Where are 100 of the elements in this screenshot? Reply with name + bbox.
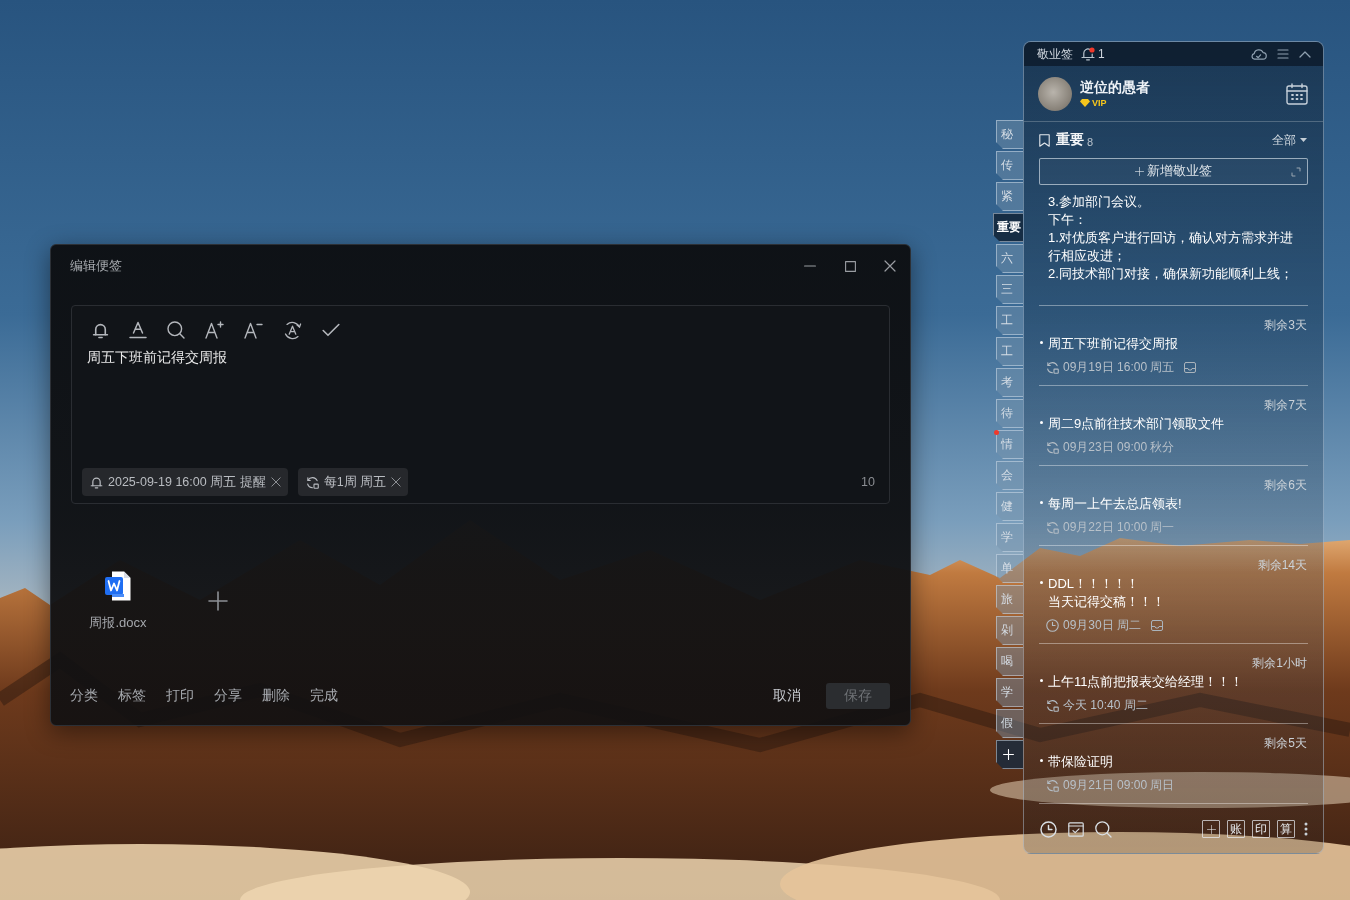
repeat-icon: [1046, 440, 1059, 454]
bell-icon: [90, 475, 103, 489]
notification-count: 1: [1098, 47, 1105, 61]
expand-icon: [1291, 166, 1301, 177]
category-tab[interactable]: 假: [996, 709, 1023, 738]
section-title: 重要: [1056, 131, 1084, 149]
reminder-time: 09月23日 09:00 秋分: [1063, 438, 1175, 456]
category-tab[interactable]: 传: [996, 151, 1023, 180]
tool-button[interactable]: 算: [1277, 820, 1295, 838]
calendar-icon[interactable]: [1286, 82, 1308, 105]
plus-icon: [1206, 824, 1216, 834]
check-icon[interactable]: [322, 323, 340, 337]
more-icon[interactable]: [1304, 822, 1308, 836]
tool-button[interactable]: 账: [1227, 820, 1245, 838]
remaining-time: 剩余5天: [1264, 736, 1307, 750]
note-title[interactable]: 上午11点前把报表交给经理！！！: [1048, 673, 1244, 691]
bell-icon[interactable]: [1081, 47, 1095, 61]
note-title[interactable]: 周二9点前往技术部门领取文件: [1048, 415, 1225, 433]
close-icon[interactable]: [884, 260, 896, 272]
repeat-icon: [305, 475, 319, 489]
reminder-time: 09月21日 09:00 周日: [1063, 776, 1175, 794]
bullet-icon: [1040, 421, 1043, 424]
bullet-icon: [1040, 581, 1043, 584]
note-count: 8: [1087, 135, 1094, 148]
repeat-icon: [1046, 698, 1059, 712]
add-tab-button[interactable]: [996, 740, 1023, 769]
caret-down-icon[interactable]: [1300, 138, 1307, 142]
note-text-line: 1.对优质客户进行回访，确认对方需求并进行相应改进；: [1048, 229, 1294, 265]
bullet-icon: [1040, 679, 1043, 682]
diamond-icon: [1080, 98, 1090, 107]
file-name: 周报.docx: [89, 615, 147, 631]
bookmark-icon: [1039, 133, 1050, 147]
category-tab[interactable]: 喝: [996, 647, 1023, 676]
user-name: 逆位的愚者: [1080, 79, 1150, 96]
search-icon[interactable]: [167, 321, 185, 339]
window-title: 编辑便签: [70, 257, 122, 275]
note-text-line: 2.同技术部门对接，确保新功能顺利上线；: [1048, 265, 1294, 283]
document-icon[interactable]: [105, 571, 131, 601]
category-tab[interactable]: 秘: [996, 120, 1023, 149]
category-tab[interactable]: 旅: [996, 585, 1023, 614]
close-icon[interactable]: [391, 477, 402, 487]
close-icon[interactable]: [270, 477, 281, 487]
filter-dropdown[interactable]: 全部: [1272, 131, 1296, 149]
repeat-icon: [1046, 520, 1059, 534]
cloud-icon[interactable]: [1250, 48, 1267, 60]
note-text-field[interactable]: 周五下班前记得交周报: [82, 342, 879, 468]
remaining-time: 剩余6天: [1264, 478, 1307, 492]
footer-action[interactable]: 标签: [118, 687, 146, 705]
reminder-time: 09月22日 10:00 周一: [1063, 518, 1175, 536]
note-title[interactable]: 带保险证明: [1048, 753, 1113, 771]
search-icon[interactable]: [1095, 820, 1112, 838]
bell-icon[interactable]: [92, 321, 109, 339]
note-title[interactable]: 当天记得交稿！！！: [1048, 593, 1165, 611]
category-tab[interactable]: 工: [996, 306, 1023, 335]
menu-icon[interactable]: [1277, 49, 1289, 59]
remaining-time: 剩余14天: [1257, 558, 1307, 572]
category-tab[interactable]: 六: [996, 244, 1023, 273]
footer-action[interactable]: 完成: [310, 687, 338, 705]
category-tab[interactable]: 紧: [996, 182, 1023, 211]
calendar-check-icon[interactable]: [1068, 821, 1084, 837]
note-title[interactable]: 每周一上午去总店领表!: [1048, 495, 1182, 513]
text-color-icon[interactable]: [129, 321, 147, 339]
tool-button[interactable]: 印: [1252, 820, 1270, 838]
note-title[interactable]: 周五下班前记得交周报: [1048, 335, 1178, 353]
bullet-icon: [1040, 759, 1043, 762]
category-tab[interactable]: 剁: [996, 616, 1023, 645]
clock-icon: [1046, 618, 1059, 632]
footer-action[interactable]: 分类: [70, 687, 98, 705]
remaining-time: 剩余3天: [1264, 318, 1307, 332]
vip-label: VIP: [1092, 97, 1107, 108]
new-note-button[interactable]: 新增敬业签: [1039, 158, 1308, 185]
category-tab[interactable]: 待: [996, 399, 1023, 428]
footer-action[interactable]: 打印: [166, 687, 194, 705]
category-tab[interactable]: 考: [996, 368, 1023, 397]
category-tab[interactable]: 重要: [993, 213, 1023, 242]
reminder-time: 09月19日 16:00 周五: [1063, 358, 1175, 376]
plus-icon: [1003, 749, 1014, 760]
note-text-line: 3.参加部门会议。: [1048, 193, 1151, 211]
add-button[interactable]: [1202, 820, 1220, 838]
reminder-time: 09月30日 周二: [1063, 616, 1142, 634]
cancel-button[interactable]: 取消: [773, 687, 801, 705]
footer-action[interactable]: 分享: [214, 687, 242, 705]
clock-icon[interactable]: [1040, 820, 1057, 838]
repeat-icon: [1046, 778, 1059, 792]
font-decrease-icon[interactable]: [244, 321, 263, 339]
reminder-chip[interactable]: 2025-09-19 16:00 周五 提醒: [82, 468, 288, 496]
bullet-icon: [1040, 341, 1043, 344]
category-tab[interactable]: 三: [996, 275, 1023, 304]
note-title[interactable]: DDL！！！！！: [1048, 575, 1139, 593]
font-increase-icon[interactable]: [205, 321, 224, 339]
circled-letter-icon[interactable]: [283, 320, 302, 340]
plus-icon[interactable]: [208, 591, 228, 611]
maximize-icon[interactable]: [844, 260, 856, 272]
reminder-time: 今天 10:40 周二: [1063, 696, 1148, 714]
category-tab[interactable]: 学: [996, 678, 1023, 707]
category-tab[interactable]: 工: [996, 337, 1023, 366]
remaining-time: 剩余7天: [1264, 398, 1307, 412]
footer-action[interactable]: 删除: [262, 687, 290, 705]
repeat-chip[interactable]: 每1周 周五: [297, 468, 409, 496]
chevron-up-icon[interactable]: [1299, 50, 1311, 58]
